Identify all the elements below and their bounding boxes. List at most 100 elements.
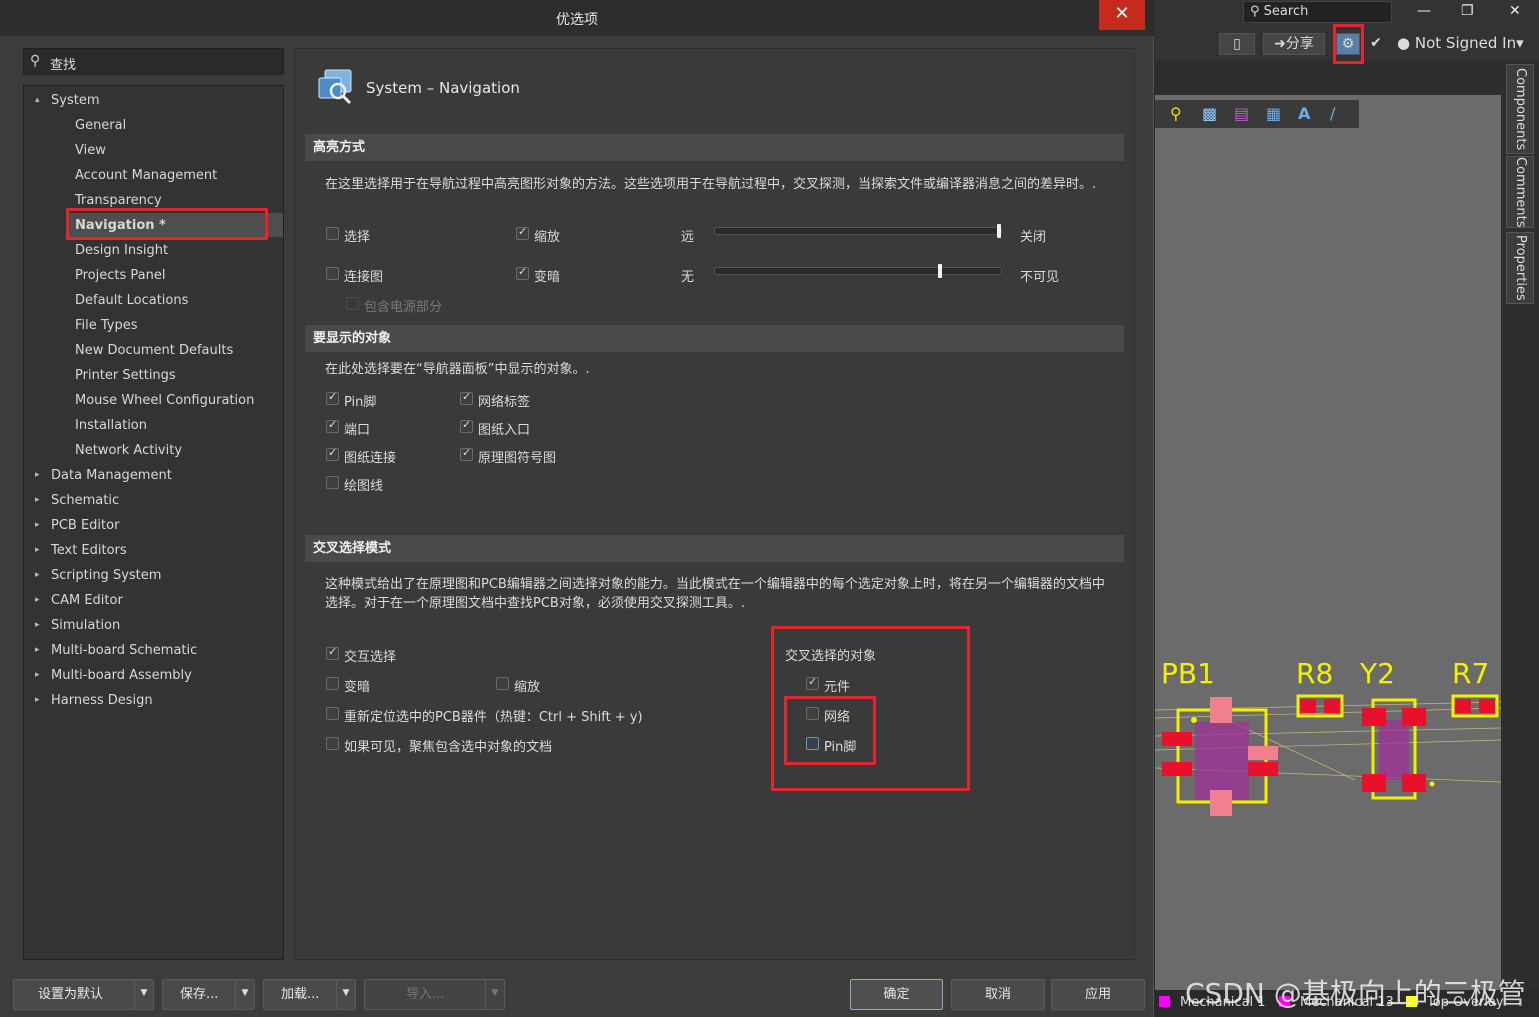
comment-icon[interactable]: ▯ <box>1219 33 1255 55</box>
share-arrow-icon: ➜ <box>1274 36 1286 52</box>
app-search-label: Search <box>1263 4 1309 19</box>
object-checkbox[interactable] <box>326 390 339 405</box>
share-button[interactable]: ➜分享 <box>1263 33 1325 55</box>
tree-item-multi-board-assembly[interactable]: ▸ Multi-board Assembly <box>35 663 192 688</box>
slider-thumb[interactable] <box>937 264 942 278</box>
tree-item-data-management[interactable]: ▸ Data Management <box>35 463 172 488</box>
tree-item-label: Default Locations <box>75 293 189 308</box>
tree-item-label: CAM Editor <box>51 593 123 608</box>
line-tool-icon[interactable]: ∕ <box>1330 104 1335 123</box>
apply-button[interactable]: 应用 <box>1051 979 1145 1010</box>
extensions-icon[interactable]: ✔ <box>1365 33 1387 55</box>
collapsed-arrow-icon[interactable]: ▸ <box>35 513 40 538</box>
tree-item-system[interactable]: ▴ System <box>35 88 99 113</box>
select-checkbox[interactable] <box>326 227 339 240</box>
restore-icon[interactable]: ❐ <box>1461 3 1474 19</box>
collapsed-arrow-icon[interactable]: ▸ <box>35 563 40 588</box>
object-checkbox[interactable] <box>460 446 473 461</box>
slider-thumb[interactable] <box>997 224 1001 238</box>
pcb-canvas[interactable] <box>1155 95 1501 990</box>
layer-tool-icon[interactable]: ▩ <box>1202 104 1217 123</box>
power-part-checkbox[interactable] <box>346 297 359 310</box>
tree-item-text-editors[interactable]: ▸ Text Editors <box>35 538 127 563</box>
reposition-checkbox[interactable] <box>326 707 339 720</box>
highlight-tool-icon[interactable]: ⚲ <box>1170 104 1182 123</box>
tree-item-label: Installation <box>75 418 148 433</box>
object-checkbox[interactable] <box>460 418 473 433</box>
objects-section-header: 要显示的对象 <box>305 325 1124 352</box>
window-close-icon[interactable]: ✕ <box>1509 3 1521 19</box>
tree-item-mouse-wheel-configuration[interactable]: Mouse Wheel Configuration <box>75 388 254 413</box>
tree-item-default-locations[interactable]: Default Locations <box>75 288 188 313</box>
collapsed-arrow-icon[interactable]: ▸ <box>35 463 40 488</box>
tree-item-projects-panel[interactable]: Projects Panel <box>75 263 165 288</box>
zoom-level-slider[interactable] <box>714 224 1002 238</box>
select-label: 选择 <box>344 230 371 245</box>
cancel-button[interactable]: 取消 <box>951 979 1045 1010</box>
set-default-button[interactable]: 设置为默认 <box>13 979 154 1010</box>
object-label: Pin脚 <box>344 395 377 410</box>
close-button[interactable]: ✕ <box>1099 0 1145 30</box>
set-default-dropdown-icon[interactable]: ▼ <box>134 979 153 1010</box>
tree-item-label: Schematic <box>51 493 120 508</box>
import-dropdown-icon[interactable]: ▼ <box>485 979 504 1010</box>
collapsed-arrow-icon[interactable]: ▸ <box>35 688 40 713</box>
tree-item-view[interactable]: View <box>75 138 106 163</box>
dialog-titlebar: 优选项 ✕ <box>0 0 1154 36</box>
object-label: 端口 <box>344 423 371 438</box>
tree-item-schematic[interactable]: ▸ Schematic <box>35 488 120 513</box>
object-checkbox[interactable] <box>326 446 339 461</box>
tree-item-pcb-editor[interactable]: ▸ PCB Editor <box>35 513 119 538</box>
preferences-dialog: 优选项 ✕ ⚲ 查找 ▴ System General View Account Man… <box>0 0 1154 1017</box>
cross-dim-checkbox[interactable] <box>326 677 339 690</box>
properties-tab[interactable]: Properties <box>1506 232 1534 304</box>
search-input[interactable]: ⚲ 查找 <box>23 48 284 75</box>
text-tool-icon[interactable]: A <box>1298 104 1310 123</box>
focus-document-checkbox[interactable] <box>326 737 339 750</box>
tree-item-general[interactable]: General <box>75 113 126 138</box>
tree-item-design-insight[interactable]: Design Insight <box>75 238 168 263</box>
app-search-input[interactable]: ⚲ Search <box>1243 1 1392 23</box>
cross-zoom-checkbox[interactable] <box>496 677 509 690</box>
connection-checkbox[interactable] <box>326 267 339 280</box>
import-button[interactable]: 导入... <box>364 979 505 1010</box>
expanded-arrow-icon[interactable]: ▴ <box>35 88 40 113</box>
tree-item-simulation[interactable]: ▸ Simulation <box>35 613 120 638</box>
object-checkbox[interactable] <box>326 476 339 489</box>
tree-item-multi-board-schematic[interactable]: ▸ Multi-board Schematic <box>35 638 197 663</box>
components-tab[interactable]: Components <box>1506 64 1534 154</box>
account-button[interactable]: ● Not Signed In▾ <box>1397 33 1537 55</box>
save-dropdown-icon[interactable]: ▼ <box>235 979 254 1010</box>
object-label: 绘图线 <box>344 479 384 494</box>
minimize-icon[interactable]: — <box>1417 3 1431 19</box>
chart-tool-icon[interactable]: ▦ <box>1266 104 1281 123</box>
tree-item-printer-settings[interactable]: Printer Settings <box>75 363 176 388</box>
annotation-box-navigation <box>66 208 268 240</box>
collapsed-arrow-icon[interactable]: ▸ <box>35 538 40 563</box>
user-icon: ● <box>1397 34 1411 52</box>
tree-item-cam-editor[interactable]: ▸ CAM Editor <box>35 588 123 613</box>
object-checkbox[interactable] <box>326 418 339 433</box>
power-part-label: 包含电源部分 <box>364 300 443 315</box>
collapsed-arrow-icon[interactable]: ▸ <box>35 488 40 513</box>
tree-item-scripting-system[interactable]: ▸ Scripting System <box>35 563 161 588</box>
object-checkbox[interactable] <box>460 390 473 405</box>
tree-item-account-management[interactable]: Account Management <box>75 163 217 188</box>
dim-checkbox[interactable] <box>516 265 529 280</box>
tree-item-network-activity[interactable]: Network Activity <box>75 438 182 463</box>
dim-level-slider[interactable] <box>714 264 1002 278</box>
route-tool-icon[interactable]: ▤ <box>1234 104 1249 123</box>
interactive-select-checkbox[interactable] <box>326 645 339 660</box>
tree-item-file-types[interactable]: File Types <box>75 313 138 338</box>
tree-item-harness-design[interactable]: ▸ Harness Design <box>35 688 153 713</box>
ok-button[interactable]: 确定 <box>850 979 943 1010</box>
collapsed-arrow-icon[interactable]: ▸ <box>35 588 40 613</box>
tree-item-installation[interactable]: Installation <box>75 413 147 438</box>
collapsed-arrow-icon[interactable]: ▸ <box>35 613 40 638</box>
collapsed-arrow-icon[interactable]: ▸ <box>35 638 40 663</box>
tree-item-new-document-defaults[interactable]: New Document Defaults <box>75 338 233 363</box>
zoom-checkbox[interactable] <box>516 225 529 240</box>
load-dropdown-icon[interactable]: ▼ <box>336 979 355 1010</box>
collapsed-arrow-icon[interactable]: ▸ <box>35 663 40 688</box>
comments-tab[interactable]: Comments <box>1506 156 1534 228</box>
